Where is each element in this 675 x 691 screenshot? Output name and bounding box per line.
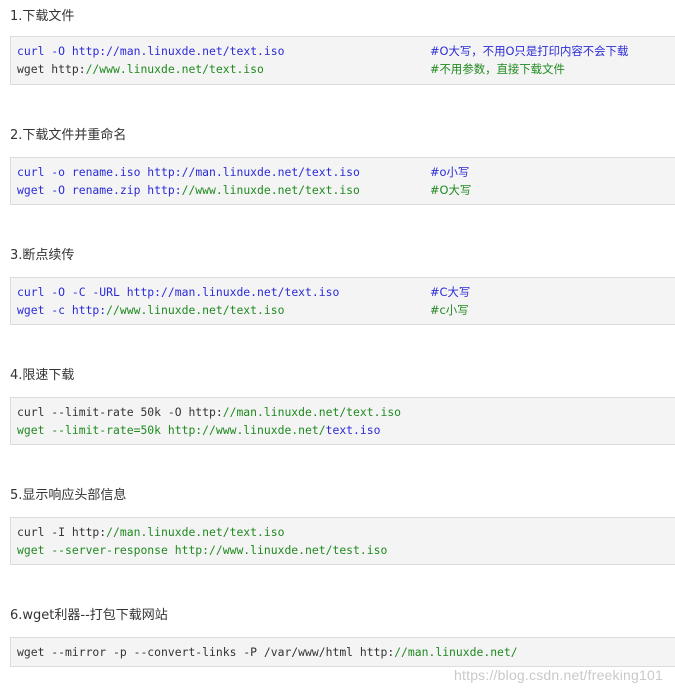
code-url: text.iso: [325, 423, 381, 437]
code-url: //man.linuxde.net/text.iso: [222, 405, 402, 419]
code-url: //www.linuxde.net/text.iso: [181, 183, 360, 197]
code-comment: #不用参数，直接下载文件: [430, 62, 565, 76]
code-line: wget -O rename.zip http://www.linuxde.ne…: [11, 181, 675, 199]
code-comment: #o小写: [430, 165, 470, 179]
section-2-heading: 2.下载文件并重命名: [10, 128, 127, 143]
code-command: curl -O: [17, 44, 72, 58]
code-command: curl -O -C -URL http://: [17, 285, 175, 299]
code-command: curl -o rename.iso http://: [17, 165, 196, 179]
code-line: curl --limit-rate 50k -O http://man.linu…: [11, 403, 675, 421]
code-block-6: wget --mirror -p --convert-links -P /var…: [10, 637, 675, 667]
code-command: wget http:: [17, 62, 86, 76]
watermark: https://blog.csdn.net/freeking101: [454, 667, 663, 683]
code-block-5: curl -I http://man.linuxde.net/text.iso …: [10, 517, 675, 565]
code-block-4: curl --limit-rate 50k -O http://man.linu…: [10, 397, 675, 445]
code-line: wget --limit-rate=50k http://www.linuxde…: [11, 421, 675, 439]
code-command: wget --mirror -p --convert-links -P /var…: [17, 645, 395, 659]
code-line: curl -O -C -URL http://man.linuxde.net/t…: [11, 283, 675, 301]
section-5-heading: 5.显示响应头部信息: [10, 488, 127, 503]
section-1-heading: 1.下载文件: [10, 9, 75, 24]
code-line: curl -O http://man.linuxde.net/text.iso #…: [11, 42, 675, 60]
code-command: curl -I http:: [17, 525, 107, 539]
code-block-2: curl -o rename.iso http://man.linuxde.ne…: [10, 157, 675, 205]
code-block-3: curl -O -C -URL http://man.linuxde.net/t…: [10, 277, 675, 325]
code-line: wget http://www.linuxde.net/text.iso #不用参…: [11, 60, 675, 78]
code-url: //man.linuxde.net/text.iso: [106, 525, 285, 539]
code-line: curl -o rename.iso http://man.linuxde.ne…: [11, 163, 675, 181]
code-url: //man.linuxde.net/: [394, 645, 518, 659]
code-command: wget --limit-rate=50k http://www.linuxde…: [17, 423, 326, 437]
code-line: wget -c http://www.linuxde.net/text.iso #…: [11, 301, 675, 319]
code-command: wget -O rename.zip http:: [17, 183, 182, 197]
code-url: //www.linuxde.net/text.iso: [106, 303, 285, 317]
code-line: wget --mirror -p --convert-links -P /var…: [11, 643, 675, 661]
code-command: wget --server-response http://www.linuxd…: [17, 543, 388, 557]
section-6-heading: 6.wget利器--打包下载网站: [10, 608, 168, 623]
code-comment: #C大写: [430, 285, 471, 299]
code-line: wget --server-response http://www.linuxd…: [11, 541, 675, 559]
code-command: curl --limit-rate 50k -O http:: [17, 405, 223, 419]
code-url-prefix: http://: [71, 44, 120, 58]
code-line: curl -I http://man.linuxde.net/text.iso: [11, 523, 675, 541]
code-command: wget -c http:: [17, 303, 107, 317]
code-comment: #c小写: [430, 303, 469, 317]
code-url: man.linuxde.net/text.iso: [195, 165, 360, 179]
section-4-heading: 4.限速下载: [10, 368, 75, 383]
code-url: man.linuxde.net/text.iso: [174, 285, 340, 299]
code-comment: #O大写，不用O只是打印内容不会下载: [430, 44, 629, 58]
section-3-heading: 3.断点续传: [10, 248, 75, 263]
code-block-1: curl -O http://man.linuxde.net/text.iso #…: [10, 36, 675, 85]
code-comment: #O大写: [430, 183, 472, 197]
code-url: man.linuxde.net/text.iso: [119, 44, 285, 58]
code-url: //www.linuxde.net/text.iso: [85, 62, 264, 76]
